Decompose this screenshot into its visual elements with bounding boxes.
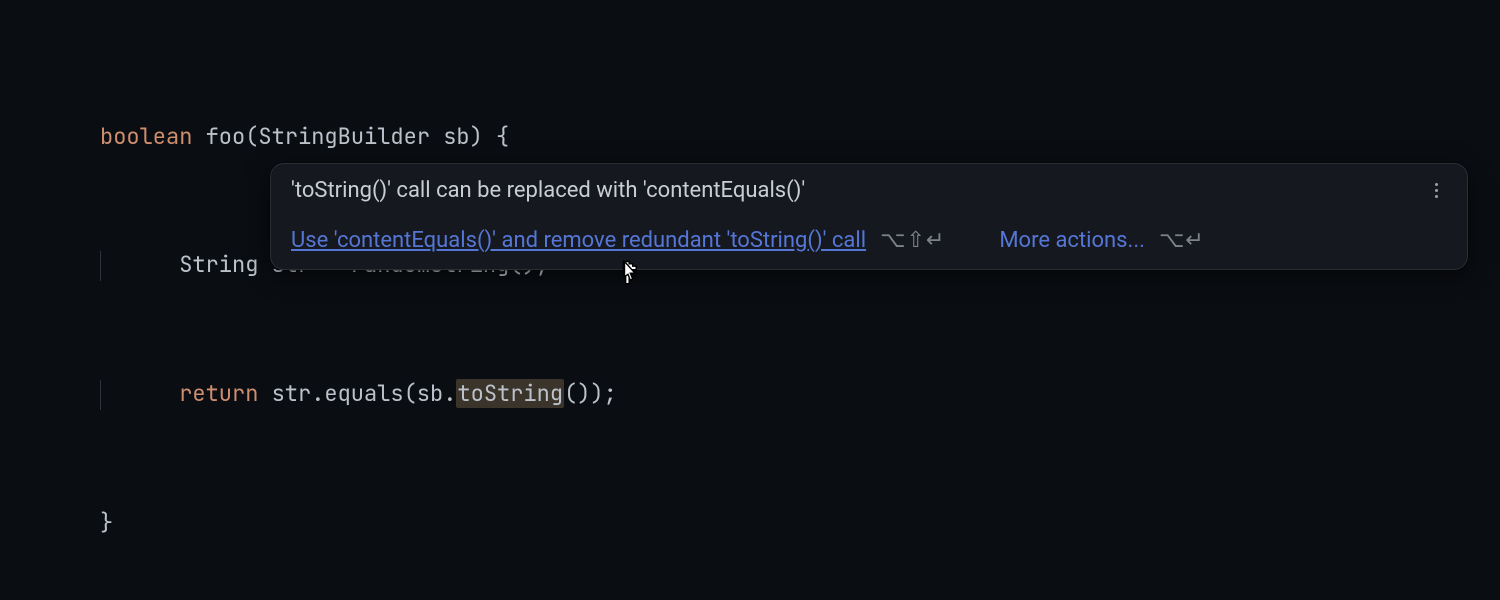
type-stringbuilder: StringBuilder [258,122,430,151]
paren-close-brace: ) { [470,122,510,151]
primary-shortcut: ⌥⇧↵ [880,227,945,253]
tooltip-header: 'toString()' call can be replaced with '… [291,178,1447,203]
more-actions-link[interactable]: More actions... [999,228,1145,253]
type-string: String [179,250,258,279]
paren-open: ( [245,122,258,151]
inspection-tooltip: 'toString()' call can be replaced with '… [270,163,1468,270]
code-line-1[interactable]: boolean foo(StringBuilder sb) { [100,116,617,159]
indent-guide [100,380,101,410]
indent-guide [100,251,101,281]
keyword-return: return [179,379,258,408]
expr-part1: str.equals(sb. [258,379,456,408]
code-line-4[interactable]: } [100,502,617,545]
keyword-boolean: boolean [100,122,192,151]
more-actions-shortcut: ⌥↵ [1159,227,1205,253]
param-sb: sb [443,122,469,151]
tooltip-actions: Use 'contentEquals()' and remove redunda… [291,227,1447,253]
closing-brace: } [100,508,113,537]
highlighted-tostring[interactable]: toString [456,379,564,408]
more-options-icon[interactable] [1425,180,1447,202]
primary-fix-link[interactable]: Use 'contentEquals()' and remove redunda… [291,228,866,253]
code-editor[interactable]: boolean foo(StringBuilder sb) { String s… [100,30,617,588]
tooltip-title: 'toString()' call can be replaced with '… [291,178,805,203]
expr-part2: ()); [564,379,617,408]
code-line-3[interactable]: return str.equals(sb.toString()); [100,373,617,416]
method-name: foo [206,122,246,151]
